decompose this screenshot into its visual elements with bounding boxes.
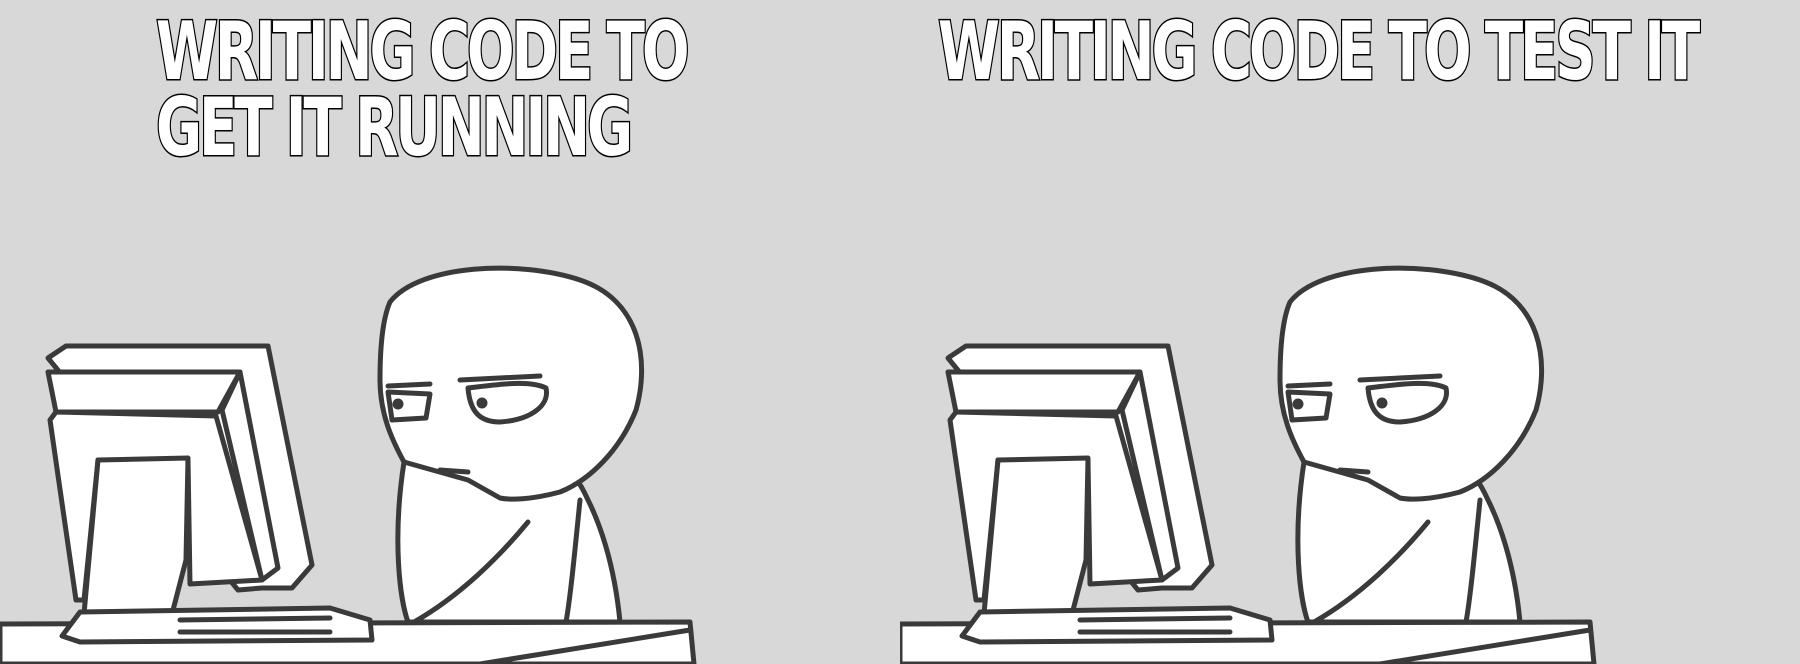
keyboard <box>959 605 1275 645</box>
panel-left: WRITING CODE TO GET IT RUNNING <box>0 0 900 664</box>
computer-guy-illustration <box>0 265 697 664</box>
left-pupil <box>1292 398 1304 410</box>
monitor-bezel <box>45 369 243 415</box>
monitor-stand <box>981 455 1091 617</box>
mouth <box>1337 467 1371 475</box>
panel-right: WRITING CODE TO TEST IT <box>900 0 1800 664</box>
monitor-stand <box>81 455 191 617</box>
right-pupil <box>476 397 488 409</box>
monitor-bezel <box>945 369 1143 415</box>
right-pupil <box>1376 397 1388 409</box>
computer-guy-illustration <box>900 265 1597 664</box>
two-panel-meme: WRITING CODE TO GET IT RUNNING WRITING C… <box>0 0 1800 664</box>
mouth <box>437 467 471 475</box>
keyboard <box>59 605 375 645</box>
left-pupil <box>392 398 404 410</box>
